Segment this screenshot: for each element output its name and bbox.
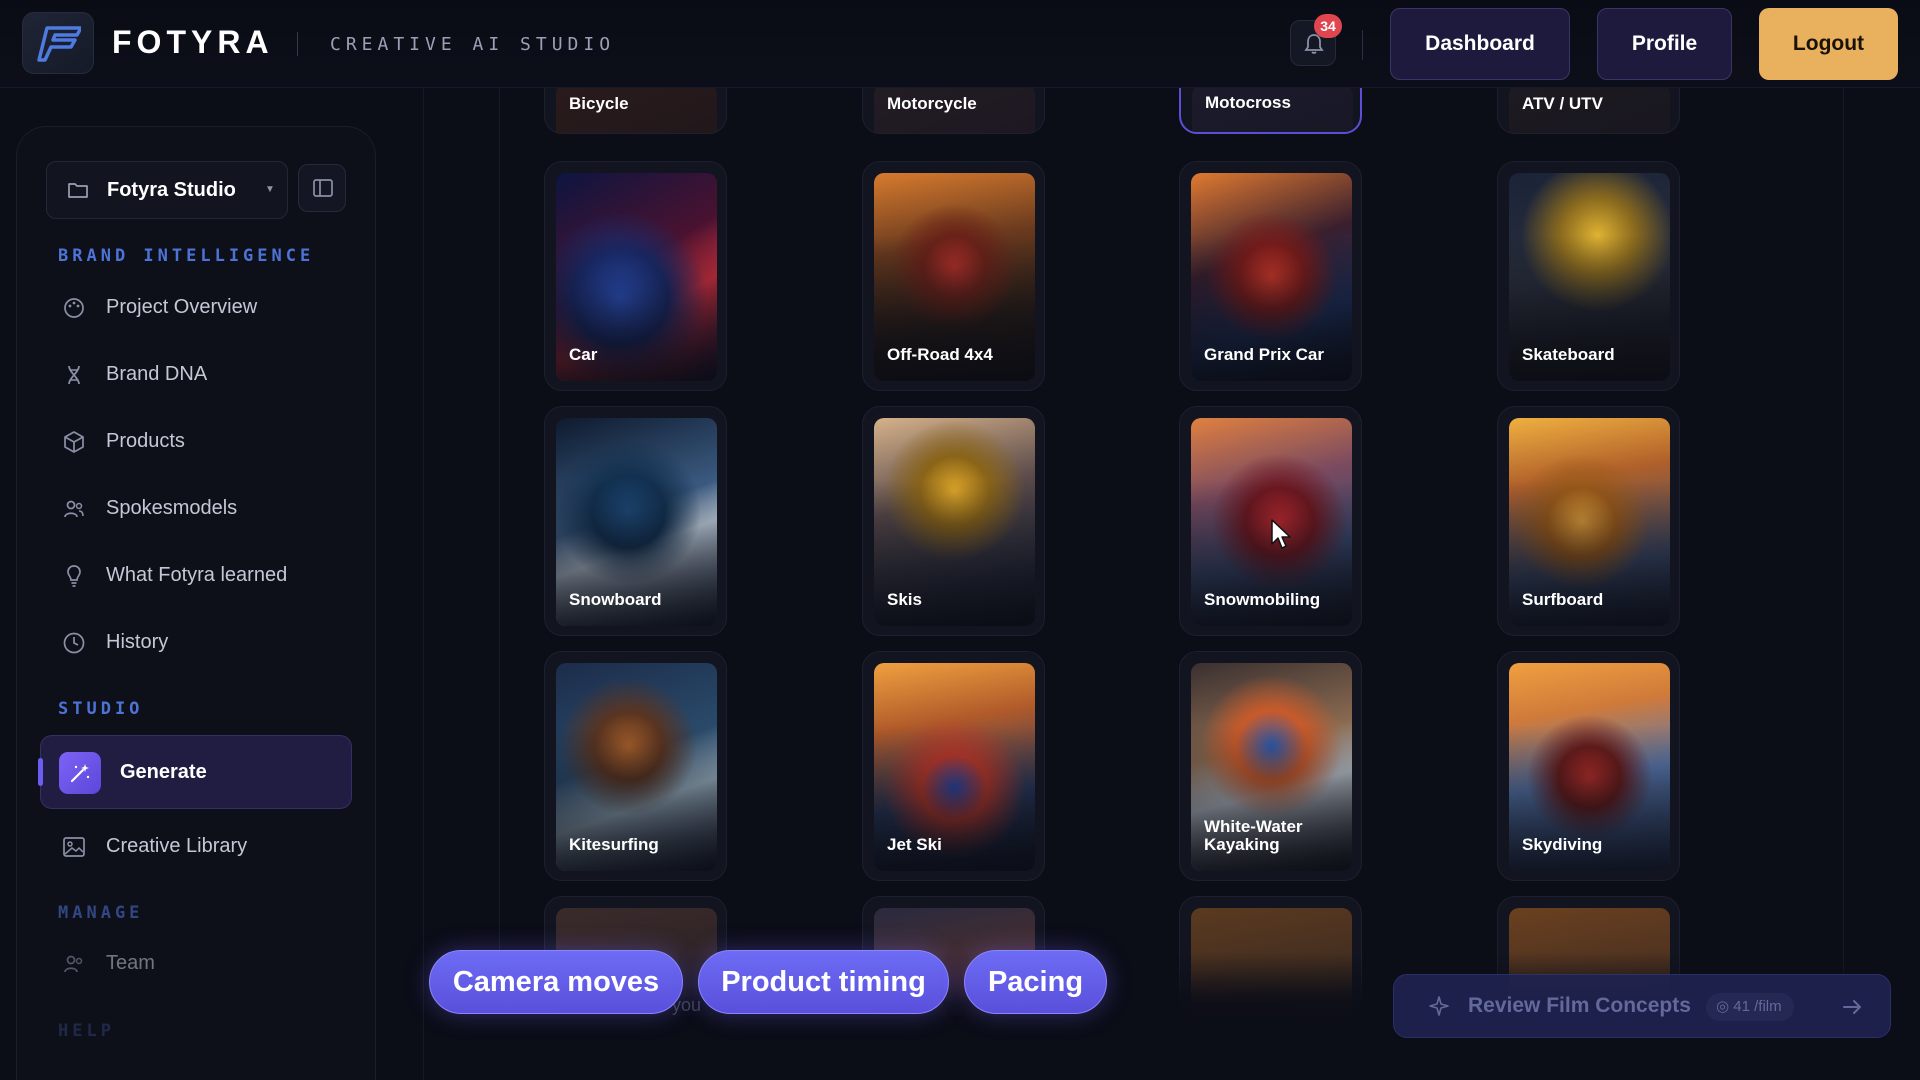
palette-icon bbox=[64, 298, 84, 318]
sidebar-item-spokesmodels[interactable]: Spokesmodels bbox=[58, 489, 338, 529]
activity-card-grand-prix-car[interactable]: Grand Prix Car bbox=[1179, 161, 1362, 391]
sidebar-item-generate[interactable]: Generate bbox=[38, 735, 352, 809]
brand-tagline: CREATIVE AI STUDIO bbox=[330, 34, 616, 55]
activity-label: Motorcycle bbox=[887, 94, 977, 113]
chip-pacing[interactable]: Pacing bbox=[964, 950, 1107, 1014]
users-icon bbox=[64, 955, 83, 973]
activity-label: Surfboard bbox=[1522, 590, 1604, 609]
activity-label: Kitesurfing bbox=[569, 835, 659, 854]
cube-icon bbox=[64, 431, 84, 453]
logo-mark-icon bbox=[37, 26, 81, 62]
activity-card-skateboard[interactable]: Skateboard bbox=[1497, 161, 1680, 391]
activity-card-atv-utv[interactable]: ATV / UTV bbox=[1497, 88, 1680, 134]
activity-label: Skydiving bbox=[1522, 835, 1603, 854]
sidebar-item-team[interactable]: Team bbox=[58, 944, 338, 984]
activity-card-kitesurfing[interactable]: Kitesurfing bbox=[544, 651, 727, 881]
activity-label: White-Water Kayaking bbox=[1204, 817, 1303, 854]
sidebar-item-products[interactable]: Products bbox=[58, 422, 338, 462]
dna-icon bbox=[68, 365, 80, 385]
active-indicator bbox=[38, 758, 43, 786]
activity-card-car[interactable]: Car bbox=[544, 161, 727, 391]
workspace-name: Fotyra Studio bbox=[107, 179, 236, 201]
dashboard-button[interactable]: Dashboard bbox=[1390, 8, 1570, 80]
activity-card-motorcycle[interactable]: Motorcycle bbox=[862, 88, 1045, 134]
notification-badge: 34 bbox=[1314, 14, 1342, 38]
activity-card-bicycle[interactable]: Bicycle bbox=[544, 88, 727, 134]
brand-name: FOTYRA bbox=[112, 24, 274, 60]
review-label: Review Film Concepts bbox=[1468, 994, 1691, 1017]
section-label-manage: MANAGE bbox=[58, 903, 144, 923]
activity-label: Grand Prix Car bbox=[1204, 345, 1324, 364]
lightbulb-icon bbox=[67, 565, 81, 587]
generate-icon-box bbox=[59, 752, 101, 794]
chip-product-timing[interactable]: Product timing bbox=[698, 950, 949, 1014]
sidebar bbox=[16, 126, 376, 1080]
sidebar-item-label: Team bbox=[106, 952, 155, 974]
activity-label: Car bbox=[569, 345, 598, 364]
sidebar-item-history[interactable]: History bbox=[58, 623, 338, 663]
logout-button[interactable]: Logout bbox=[1759, 8, 1898, 80]
workspace-selector[interactable]: Fotyra Studio ▼ bbox=[46, 161, 288, 219]
section-label-studio: STUDIO bbox=[58, 699, 144, 719]
activity-label: Snowboard bbox=[569, 590, 662, 609]
activity-label: ATV / UTV bbox=[1522, 94, 1603, 113]
activity-label: Off-Road 4x4 bbox=[887, 345, 993, 364]
image-icon bbox=[63, 837, 85, 857]
sidebar-panel-icon bbox=[313, 179, 333, 197]
activity-card-snowboard[interactable]: Snowboard bbox=[544, 406, 727, 636]
clock-icon bbox=[63, 632, 85, 654]
activity-card-skis[interactable]: Skis bbox=[862, 406, 1045, 636]
credit-unit: /film bbox=[1754, 998, 1782, 1015]
activity-card-jet-ski[interactable]: Jet Ski bbox=[862, 651, 1045, 881]
credit-cost-badge: ◎ 41 /film bbox=[1706, 993, 1794, 1021]
header-separator bbox=[1362, 30, 1363, 60]
credit-cost: 41 bbox=[1733, 998, 1750, 1015]
sidebar-item-label: What Fotyra learned bbox=[106, 564, 288, 586]
activity-label: Skis bbox=[887, 590, 922, 609]
activity-card-white-water-kayaking[interactable]: White-Water Kayaking bbox=[1179, 651, 1362, 881]
activity-label: Bicycle bbox=[569, 94, 629, 113]
mouse-pointer-icon bbox=[1271, 519, 1291, 549]
activity-card-motocross[interactable]: Motocross bbox=[1179, 88, 1362, 134]
sidebar-item-label: Project Overview bbox=[106, 296, 258, 318]
sidebar-item-label: Generate bbox=[120, 761, 207, 783]
sidebar-item-what-fotyra-learned[interactable]: What Fotyra learned bbox=[58, 556, 338, 596]
collapse-sidebar-button[interactable] bbox=[298, 164, 346, 212]
review-film-concepts-button[interactable]: Review Film Concepts ◎ 41 /film bbox=[1393, 974, 1891, 1038]
sidebar-item-label: History bbox=[106, 631, 169, 653]
sidebar-item-label: Creative Library bbox=[106, 835, 248, 857]
section-label-brand-intelligence: BRAND INTELLIGENCE bbox=[58, 246, 315, 266]
arrow-right-icon bbox=[1843, 1000, 1861, 1014]
users-icon bbox=[64, 500, 84, 518]
sidebar-item-label: Brand DNA bbox=[106, 363, 208, 385]
section-label-help: HELP bbox=[58, 1021, 115, 1041]
sidebar-item-label: Spokesmodels bbox=[106, 497, 238, 519]
sparkle-icon bbox=[1429, 996, 1449, 1016]
fotyra-logo[interactable] bbox=[22, 12, 94, 74]
activity-label: Motocross bbox=[1205, 93, 1291, 112]
top-header: FOTYRA CREATIVE AI STUDIO 34 Dashboard P… bbox=[0, 0, 1920, 88]
activity-card-surfboard[interactable]: Surfboard bbox=[1497, 406, 1680, 636]
coin-icon: ◎ bbox=[1716, 998, 1730, 1015]
activity-grid: Bicycle Motorcycle Motocross ATV / UTV C… bbox=[500, 88, 1844, 1080]
sidebar-item-project-overview[interactable]: Project Overview bbox=[58, 288, 338, 328]
chevron-down-icon: ▼ bbox=[265, 184, 275, 195]
activity-label: Jet Ski bbox=[887, 835, 942, 854]
activity-label: Skateboard bbox=[1522, 345, 1615, 364]
sidebar-item-brand-dna[interactable]: Brand DNA bbox=[58, 355, 338, 395]
activity-card-skydiving[interactable]: Skydiving bbox=[1497, 651, 1680, 881]
sidebar-item-label: Products bbox=[106, 430, 185, 452]
activity-label: Snowmobiling bbox=[1204, 590, 1321, 609]
magic-wand-icon bbox=[70, 764, 90, 783]
profile-button[interactable]: Profile bbox=[1597, 8, 1732, 80]
folder-icon bbox=[68, 183, 88, 198]
sidebar-item-creative-library[interactable]: Creative Library bbox=[58, 827, 338, 867]
chip-camera-moves[interactable]: Camera moves bbox=[429, 950, 683, 1014]
activity-card-off-road-4x4[interactable]: Off-Road 4x4 bbox=[862, 161, 1045, 391]
header-divider bbox=[297, 32, 298, 56]
